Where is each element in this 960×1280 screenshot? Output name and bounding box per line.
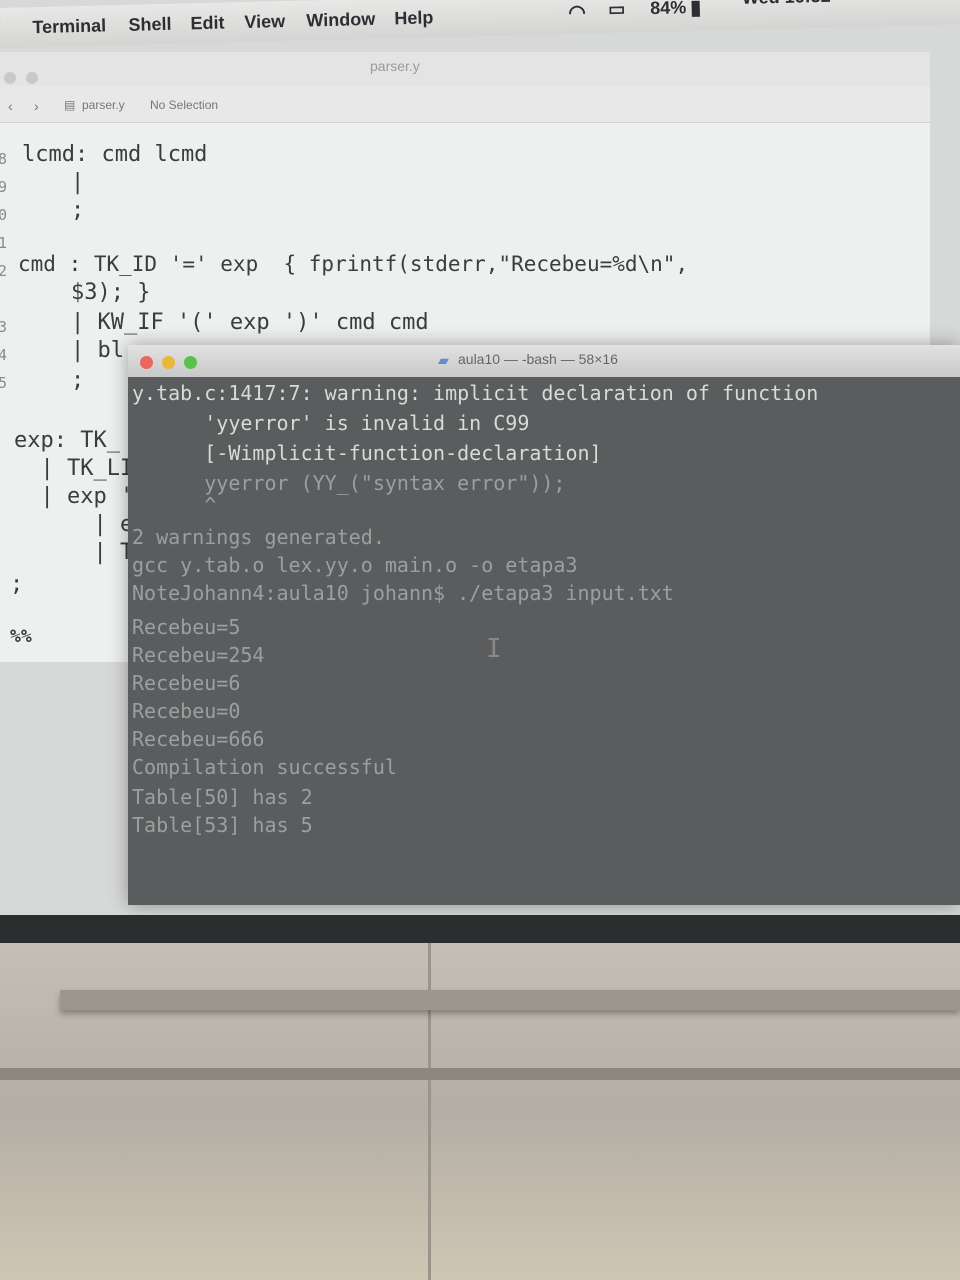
- terminal-line: Table[53] has 5: [132, 813, 313, 837]
- code-line: | TK: [14, 540, 147, 565]
- code-line: | TK_LIT: [14, 456, 147, 481]
- code-line: | ex: [14, 512, 147, 537]
- jump-bar-file[interactable]: parser.y: [82, 98, 125, 112]
- line-number: 8: [0, 150, 8, 168]
- code-line: $3); }: [18, 280, 151, 305]
- terminal-line: gcc y.tab.o lex.yy.o main.o -o etapa3: [132, 553, 578, 577]
- airplay-icon[interactable]: ▭: [608, 0, 626, 20]
- menu-bar: Terminal Shell Edit View Window Help ◠ ▭…: [0, 0, 960, 48]
- forward-arrow-icon[interactable]: ›: [34, 98, 39, 114]
- battery-icon[interactable]: ▮: [690, 0, 702, 20]
- back-arrow-icon[interactable]: ‹: [8, 98, 13, 114]
- zoom-button[interactable]: [184, 356, 197, 369]
- menu-terminal[interactable]: Terminal: [32, 15, 106, 38]
- code-line: |: [18, 170, 85, 195]
- close-button[interactable]: [4, 72, 16, 84]
- terminal-line: [-Wimplicit-function-declaration]: [132, 441, 602, 465]
- text-cursor-icon: I: [486, 634, 502, 664]
- line-number: 4: [0, 346, 8, 364]
- terminal-line: 2 warnings generated.: [132, 525, 385, 549]
- jump-bar: ‹ › ▤ parser.y No Selection: [0, 86, 930, 123]
- terminal-output[interactable]: y.tab.c:1417:7: warning: implicit declar…: [128, 377, 960, 905]
- line-number-gutter: 8 9 0 1 2 3 4 5: [0, 142, 10, 662]
- folder-icon: ▰: [438, 352, 449, 368]
- code-line: | KW_IF '(' exp ')' cmd cmd: [18, 310, 429, 335]
- menu-view[interactable]: View: [244, 11, 285, 33]
- terminal-line: Recebeu=5: [132, 615, 241, 639]
- terminal-line: Recebeu=6: [132, 671, 241, 695]
- code-line: %%: [10, 626, 32, 647]
- terminal-line: Recebeu=254: [132, 643, 265, 667]
- minimize-button[interactable]: [26, 72, 38, 84]
- battery-percent: 84%: [649, 0, 687, 19]
- close-button[interactable]: [140, 356, 153, 369]
- projected-screen: Terminal Shell Edit View Window Help ◠ ▭…: [0, 0, 960, 915]
- terminal-titlebar: ▰ aula10 — -bash — 58×16: [128, 345, 960, 377]
- jump-bar-selection[interactable]: No Selection: [150, 98, 218, 112]
- line-number: 9: [0, 178, 8, 196]
- terminal-line: Compilation successful: [132, 755, 397, 779]
- line-number: 3: [0, 318, 8, 336]
- menu-shell[interactable]: Shell: [128, 14, 172, 36]
- terminal-line: yyerror (YY_("syntax error"));: [132, 471, 566, 495]
- wifi-icon[interactable]: ◠: [568, 0, 586, 25]
- terminal-line: 'yyerror' is invalid in C99: [132, 411, 530, 435]
- code-line: | exp '+: [14, 484, 147, 509]
- code-line: ;: [18, 198, 85, 223]
- code-line: ;: [18, 368, 85, 393]
- minimize-button[interactable]: [162, 356, 175, 369]
- file-icon: ▤: [64, 98, 76, 112]
- code-line: | bl: [18, 338, 124, 363]
- whiteboard-tray: [60, 990, 960, 1010]
- wall-rail: [0, 1068, 960, 1080]
- editor-titlebar: parser.y: [0, 52, 930, 87]
- menubar-clock[interactable]: Wed 16:32: [742, 0, 831, 9]
- line-number: 5: [0, 374, 8, 392]
- terminal-line: ^: [132, 493, 217, 517]
- code-line: cmd : TK_ID '=' exp { fprintf(stderr,"Re…: [18, 252, 689, 276]
- code-line: ;: [10, 572, 24, 597]
- terminal-title: aula10 — -bash — 58×16: [458, 351, 618, 367]
- menu-help[interactable]: Help: [394, 7, 434, 29]
- code-line: lcmd: cmd lcmd: [22, 142, 208, 167]
- line-number: 1: [0, 234, 8, 252]
- menu-edit[interactable]: Edit: [190, 13, 225, 35]
- line-number: 2: [0, 262, 8, 280]
- terminal-line: y.tab.c:1417:7: warning: implicit declar…: [132, 381, 819, 405]
- terminal-window[interactable]: ▰ aula10 — -bash — 58×16 y.tab.c:1417:7:…: [128, 345, 960, 905]
- terminal-line: Recebeu=666: [132, 727, 265, 751]
- menu-window[interactable]: Window: [306, 9, 375, 32]
- terminal-line: Recebeu=0: [132, 699, 241, 723]
- code-line: exp: TK_: [14, 428, 120, 453]
- terminal-line: Table[50] has 2: [132, 785, 313, 809]
- editor-tab-title[interactable]: parser.y: [370, 58, 420, 74]
- terminal-line: NoteJohann4:aula10 johann$ ./etapa3 inpu…: [132, 581, 674, 605]
- line-number: 0: [0, 206, 8, 224]
